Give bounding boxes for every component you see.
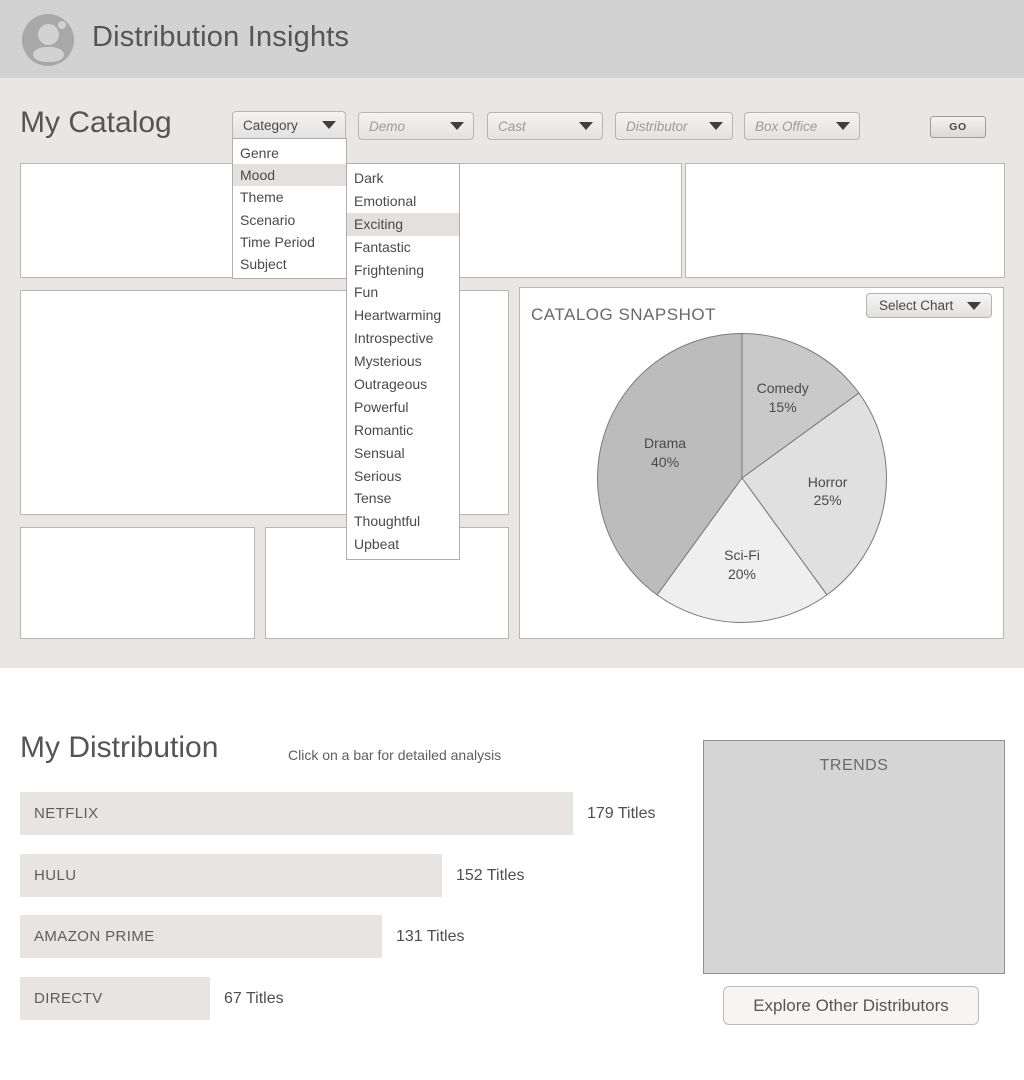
mood-dropdown-menu[interactable]: Dark Emotional Exciting Fantastic Frightenin… xyxy=(346,163,460,561)
category-menu-item-genre[interactable]: Genre xyxy=(233,142,346,164)
page-title: Distribution Insights xyxy=(92,21,350,53)
pie-label-name: Comedy xyxy=(756,380,809,397)
pie-label-value: 15% xyxy=(768,399,797,416)
chevron-down-icon xyxy=(322,121,336,129)
distribution-bar-value: 67 Titles xyxy=(224,989,284,1007)
catalog-placeholder-box-3 xyxy=(685,163,1005,278)
trends-label: TRENDS xyxy=(819,757,889,774)
distribution-bar-value: 152 Titles xyxy=(456,866,525,884)
filter-demo-label: Demo xyxy=(369,118,406,134)
pie-label-value: 40% xyxy=(651,453,680,470)
mood-menu-item-upbeat[interactable]: Upbeat xyxy=(347,533,459,556)
mood-menu-item-emotional[interactable]: Emotional xyxy=(347,190,459,213)
distribution-bar-label: DIRECTV xyxy=(34,990,103,1007)
filter-category[interactable]: Category xyxy=(232,111,346,139)
distribution-bar-label: NETFLIX xyxy=(34,805,99,822)
pie-label-value: 20% xyxy=(727,565,757,582)
distribution-bar-hulu[interactable]: HULU xyxy=(20,854,442,897)
catalog-snapshot-card: CATALOG SNAPSHOT Select Chart Comedy 15% H… xyxy=(519,287,1004,639)
mood-menu-item-fun[interactable]: Fun xyxy=(347,281,459,304)
distribution-bar-netflix[interactable]: NETFLIX xyxy=(20,792,573,835)
distribution-row: NETFLIX 179 Titles xyxy=(20,792,680,835)
category-menu-item-time-period[interactable]: Time Period xyxy=(233,231,346,253)
distribution-bar-amazon-prime[interactable]: AMAZON PRIME xyxy=(20,915,382,958)
catalog-heading: My Catalog xyxy=(20,106,172,139)
filter-cast[interactable]: Cast xyxy=(487,112,603,140)
select-chart-dropdown[interactable]: Select Chart xyxy=(866,293,992,318)
filter-demo[interactable]: Demo xyxy=(358,112,474,140)
mood-menu-item-serious[interactable]: Serious xyxy=(347,465,459,488)
pie-label-value: 25% xyxy=(813,492,842,509)
select-chart-label: Select Chart xyxy=(879,298,954,313)
chevron-down-icon xyxy=(967,301,981,310)
distribution-row: DIRECTV 67 Titles xyxy=(20,977,680,1020)
chevron-down-icon xyxy=(836,122,850,130)
category-menu-item-subject[interactable]: Subject xyxy=(233,253,346,275)
catalog-pie-chart[interactable]: Comedy 15% Horror 25% Sci-Fi 20% Drama 40% xyxy=(596,332,888,624)
mood-menu-item-thoughtful[interactable]: Thoughtful xyxy=(347,510,459,533)
go-button[interactable]: GO xyxy=(930,116,986,138)
distribution-heading: My Distribution xyxy=(20,731,219,764)
distribution-bar-label: AMAZON PRIME xyxy=(34,928,155,945)
distribution-bar-value: 131 Titles xyxy=(396,927,465,945)
filter-distributor[interactable]: Distributor xyxy=(615,112,733,140)
explore-other-distributors-button[interactable]: Explore Other Distributors xyxy=(723,986,979,1025)
avatar-body xyxy=(33,47,64,62)
mood-menu-item-dark[interactable]: Dark xyxy=(347,167,459,190)
pie-label-name: Drama xyxy=(644,435,687,452)
mood-menu-item-outrageous[interactable]: Outrageous xyxy=(347,373,459,396)
filter-box-office-label: Box Office xyxy=(755,118,818,134)
mood-menu-item-powerful[interactable]: Powerful xyxy=(347,396,459,419)
pie-label-name: Horror xyxy=(807,473,848,490)
distribution-row: AMAZON PRIME 131 Titles xyxy=(20,915,680,958)
chevron-down-icon xyxy=(709,122,723,130)
distribution-bar-label: HULU xyxy=(34,867,77,884)
distribution-row: HULU 152 Titles xyxy=(20,854,680,897)
mood-menu-item-romantic[interactable]: Romantic xyxy=(347,419,459,442)
mood-menu-item-exciting[interactable]: Exciting xyxy=(347,212,459,236)
pie-label-comedy: Comedy 15% xyxy=(757,379,809,417)
pie-label-name: Sci-Fi xyxy=(724,546,760,563)
filter-box-office[interactable]: Box Office xyxy=(744,112,860,140)
pie-label-drama: Drama 40% xyxy=(644,434,686,472)
distribution-bar-directv[interactable]: DIRECTV xyxy=(20,977,210,1020)
mood-menu-item-sensual[interactable]: Sensual xyxy=(347,442,459,465)
avatar-dot xyxy=(58,21,66,29)
filter-cast-label: Cast xyxy=(498,118,526,134)
category-dropdown-menu[interactable]: Genre Mood Theme Scenario Time Period Subject xyxy=(232,138,347,280)
mood-menu-item-heartwarming[interactable]: Heartwarming xyxy=(347,304,459,327)
mood-menu-item-fantastic[interactable]: Fantastic xyxy=(347,236,459,259)
trends-panel[interactable]: TRENDS xyxy=(703,740,1005,974)
distribution-hint: Click on a bar for detailed analysis xyxy=(288,747,502,763)
filter-category-label: Category xyxy=(243,117,298,133)
app-header: Distribution Insights xyxy=(0,0,1024,78)
category-menu-item-mood[interactable]: Mood xyxy=(233,164,346,187)
user-avatar-icon[interactable] xyxy=(22,14,74,66)
snapshot-heading: CATALOG SNAPSHOT xyxy=(531,305,716,324)
chevron-down-icon xyxy=(450,122,464,130)
pie-label-sci-fi: Sci-Fi 20% xyxy=(724,546,760,584)
catalog-placeholder-box-5 xyxy=(20,527,255,639)
filter-distributor-label: Distributor xyxy=(626,118,688,134)
distribution-bar-value: 179 Titles xyxy=(587,804,656,822)
mood-menu-item-tense[interactable]: Tense xyxy=(347,487,459,510)
pie-label-horror: Horror 25% xyxy=(808,473,848,511)
avatar-head xyxy=(38,24,59,45)
chevron-down-icon xyxy=(579,122,593,130)
mood-menu-item-frightening[interactable]: Frightening xyxy=(347,259,459,282)
category-menu-item-scenario[interactable]: Scenario xyxy=(233,209,346,231)
mood-menu-item-introspective[interactable]: Introspective xyxy=(347,327,459,350)
mood-menu-item-mysterious[interactable]: Mysterious xyxy=(347,350,459,373)
category-menu-item-theme[interactable]: Theme xyxy=(233,186,346,208)
